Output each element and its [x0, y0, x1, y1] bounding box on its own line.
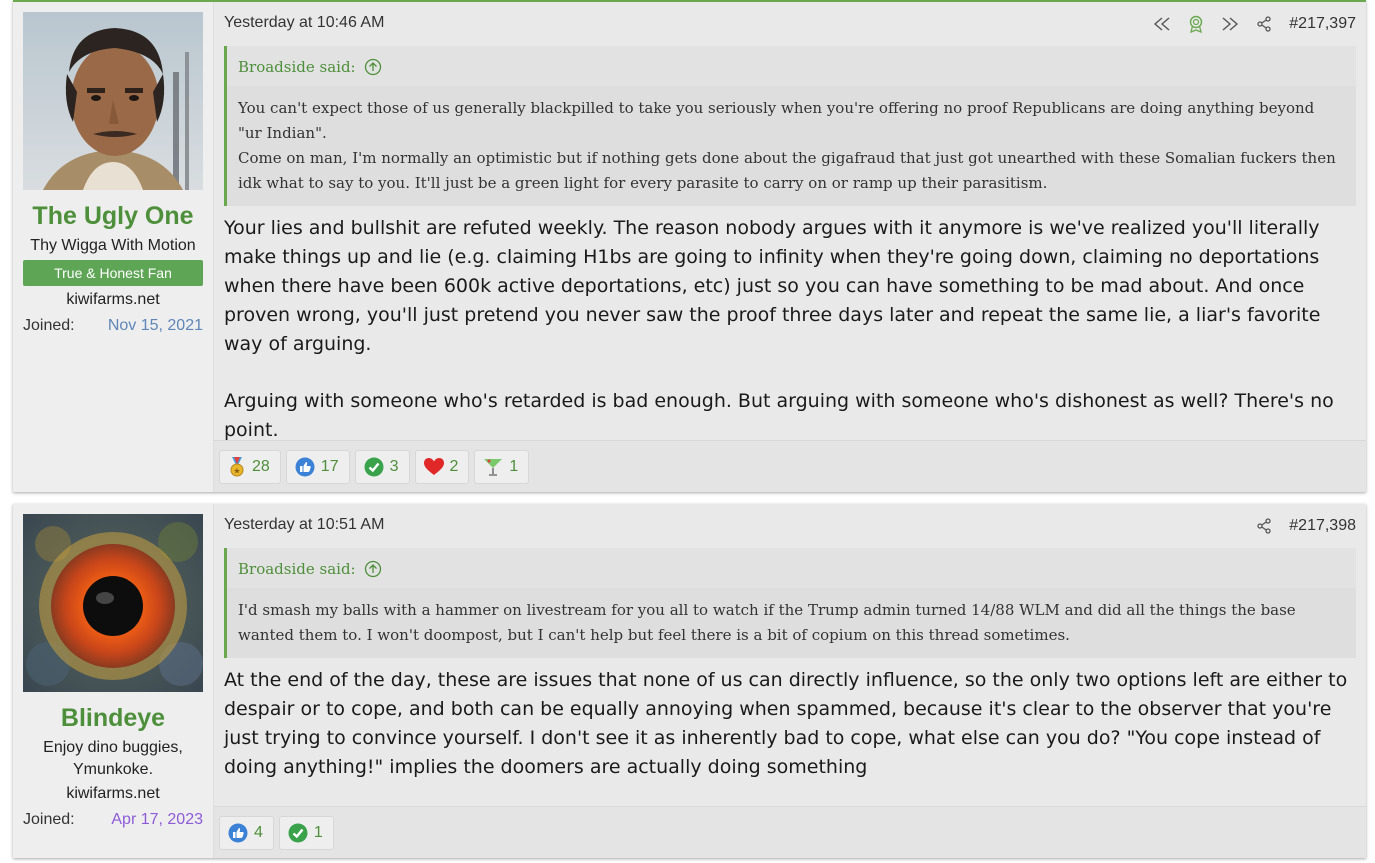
reaction-love[interactable]: 2 — [414, 449, 470, 484]
heart-icon — [423, 457, 444, 475]
reaction-like[interactable]: 4 — [219, 815, 274, 850]
quote-line: I'd smash my balls with a hammer on live… — [238, 601, 1296, 644]
reaction-count: 28 — [252, 457, 270, 475]
quote-text: I'd smash my balls with a hammer on live… — [227, 588, 1356, 658]
post-content: Yesterday at 10:46 AM #217,397 Broadside… — [213, 2, 1366, 492]
next-post-icon[interactable] — [1213, 12, 1247, 36]
reaction-count: 3 — [389, 457, 399, 475]
jump-to-quote-icon[interactable] — [364, 560, 382, 578]
user-banner: True & Honest Fan — [23, 260, 203, 286]
post: Blindeye Enjoy dino buggies, Ymunkoke. k… — [13, 504, 1366, 858]
username[interactable]: Blindeye — [13, 704, 213, 733]
joined-label: Joined: — [23, 317, 75, 334]
user-site: kiwifarms.net — [66, 291, 160, 308]
cocktail-icon — [484, 458, 503, 476]
message-paragraph: Your lies and bullshit are refuted weekl… — [224, 217, 1321, 355]
post-timestamp[interactable]: Yesterday at 10:51 AM — [224, 516, 384, 534]
quote-line: You can't expect those of us generally b… — [238, 99, 1315, 142]
reaction-count: 1 — [313, 823, 323, 841]
reactions-bar: ★ 28 17 3 2 1 — [214, 440, 1366, 492]
user-site: kiwifarms.net — [66, 785, 160, 802]
share-icon[interactable] — [1247, 514, 1281, 538]
quote-author[interactable]: Broadside said: — [227, 46, 1356, 86]
post-actions: #217,397 — [1145, 12, 1356, 36]
quote-text: You can't expect those of us generally b… — [227, 86, 1356, 206]
user-info: Blindeye Enjoy dino buggies, Ymunkoke. k… — [13, 504, 213, 858]
reaction-cocktail[interactable]: 1 — [474, 449, 530, 484]
username[interactable]: The Ugly One — [13, 202, 213, 231]
message-paragraph: Arguing with someone who's retarded is b… — [224, 390, 1334, 441]
reaction-like[interactable]: 17 — [285, 449, 350, 484]
user-info: The Ugly One Thy Wigga With Motion True … — [13, 2, 213, 492]
medal-icon: ★ — [230, 456, 244, 476]
reaction-agree[interactable]: 1 — [278, 815, 334, 850]
message-body: At the end of the day, these are issues … — [224, 666, 1352, 782]
joined-date: Apr 17, 2023 — [111, 811, 203, 828]
reactions-bar: 4 1 — [214, 806, 1366, 858]
jump-to-quote-icon[interactable] — [364, 58, 382, 76]
post-actions: #217,398 — [1247, 514, 1356, 538]
svg-text:★: ★ — [233, 466, 240, 475]
thumbs-up-icon — [295, 457, 315, 476]
user-title: Thy Wigga With Motion — [30, 237, 196, 254]
reaction-count: 4 — [254, 823, 263, 841]
post-number[interactable]: #217,398 — [1289, 517, 1356, 535]
avatar[interactable] — [23, 12, 203, 190]
quote-block: Broadside said: I'd smash my balls with … — [224, 548, 1356, 658]
post-number[interactable]: #217,397 — [1289, 15, 1356, 33]
message-paragraph: At the end of the day, these are issues … — [224, 669, 1348, 778]
avatar[interactable] — [23, 514, 203, 692]
reaction-medal[interactable]: ★ 28 — [219, 449, 281, 484]
reaction-count: 1 — [509, 457, 519, 475]
reaction-count: 2 — [449, 457, 459, 475]
user-title: Enjoy dino buggies, Ymunkoke. — [43, 739, 183, 778]
joined-label: Joined: — [23, 811, 75, 828]
reaction-agree[interactable]: 3 — [354, 449, 410, 484]
award-icon[interactable] — [1179, 12, 1213, 36]
quote-author[interactable]: Broadside said: — [227, 548, 1356, 588]
check-icon — [288, 823, 308, 842]
post-timestamp[interactable]: Yesterday at 10:46 AM — [224, 14, 384, 32]
quote-author-label[interactable]: Broadside said: — [238, 58, 356, 76]
check-icon — [364, 457, 384, 476]
quote-block: Broadside said: You can't expect those o… — [224, 46, 1356, 206]
quote-author-label[interactable]: Broadside said: — [238, 560, 356, 578]
post-content: Yesterday at 10:51 AM #217,398 Broadside… — [213, 504, 1366, 858]
share-icon[interactable] — [1247, 12, 1281, 36]
post: The Ugly One Thy Wigga With Motion True … — [13, 0, 1366, 492]
thumbs-up-icon — [228, 823, 248, 842]
reaction-count: 17 — [320, 457, 339, 475]
joined-date: Nov 15, 2021 — [107, 317, 203, 334]
quote-line: Come on man, I'm normally an optimistic … — [238, 149, 1336, 192]
message-body: Your lies and bullshit are refuted weekl… — [224, 214, 1352, 445]
previous-post-icon[interactable] — [1145, 12, 1179, 36]
